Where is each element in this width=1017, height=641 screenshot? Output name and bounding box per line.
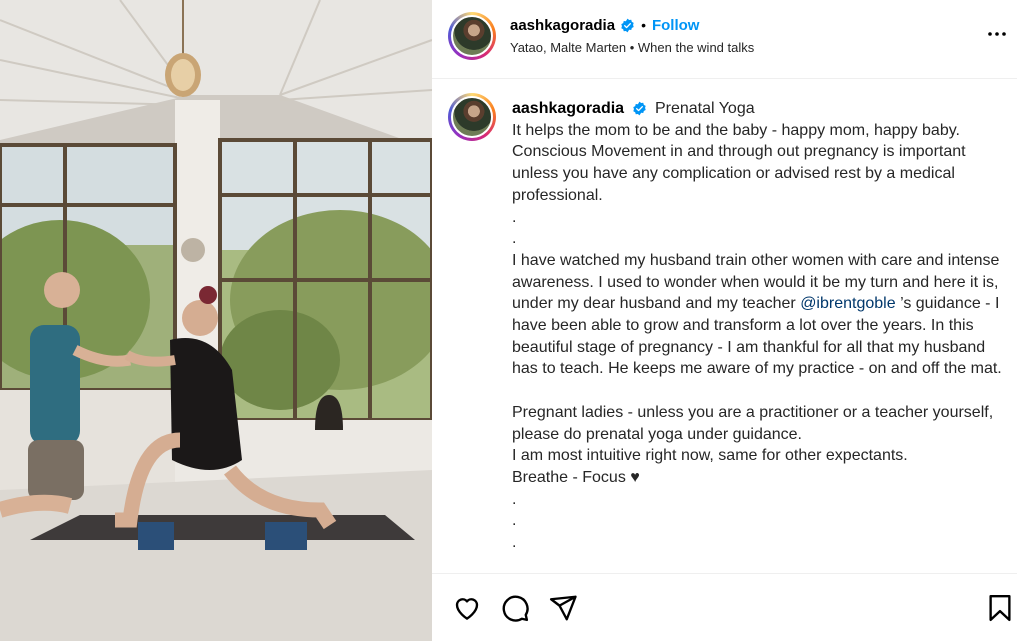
author-avatar[interactable] xyxy=(448,12,496,60)
heart-icon[interactable] xyxy=(452,593,482,623)
caption-line: . xyxy=(512,512,517,530)
post-media-video[interactable] xyxy=(0,0,432,641)
more-options-icon[interactable] xyxy=(985,22,1009,46)
follow-button[interactable]: Follow xyxy=(652,17,700,34)
caption-line: . xyxy=(512,230,517,248)
author-username[interactable]: aashkagoradia xyxy=(510,17,615,34)
caption-author-avatar[interactable] xyxy=(448,93,496,141)
audio-separator: • xyxy=(629,40,635,55)
bookmark-icon[interactable] xyxy=(985,593,1015,623)
separator-dot: • xyxy=(641,17,646,33)
caption-section: aashkagoradia Prenatal Yoga It helps the… xyxy=(432,80,1017,573)
audio-info[interactable]: Yatao, Malte Marten • When the wind talk… xyxy=(510,40,754,55)
post-details-panel: aashkagoradia • Follow Yatao, Malte Mart… xyxy=(432,0,1017,641)
comment-icon[interactable] xyxy=(500,593,530,623)
mention-link[interactable]: @ibrentgoble xyxy=(800,295,895,312)
caption-line: Conscious Movement in and through out pr… xyxy=(512,143,966,204)
audio-track: When the wind talks xyxy=(637,40,755,55)
caption-text: aashkagoradia Prenatal Yoga It helps the… xyxy=(512,98,1002,554)
verified-badge-icon xyxy=(632,101,646,116)
yoga-scene-image xyxy=(0,0,432,641)
caption-line: Pregnant ladies - unless you are a pract… xyxy=(512,403,994,443)
caption-line: . xyxy=(512,490,517,508)
caption-line: . xyxy=(512,534,517,552)
caption-line: Breathe - Focus ♥ xyxy=(512,468,640,486)
share-icon[interactable] xyxy=(548,593,578,623)
caption-line: I am most intuitive right now, same for … xyxy=(512,447,908,465)
verified-badge-icon xyxy=(621,18,634,32)
post-header: aashkagoradia • Follow Yatao, Malte Mart… xyxy=(432,0,1017,79)
audio-artists: Yatao, Malte Marten xyxy=(510,40,627,55)
caption-title: Prenatal Yoga xyxy=(654,100,755,117)
caption-username[interactable]: aashkagoradia xyxy=(512,100,624,117)
author-line: aashkagoradia • Follow xyxy=(510,15,699,35)
caption-line: It helps the mom to be and the baby - ha… xyxy=(512,121,960,139)
action-bar xyxy=(432,573,1017,641)
caption-line: . xyxy=(512,208,517,226)
